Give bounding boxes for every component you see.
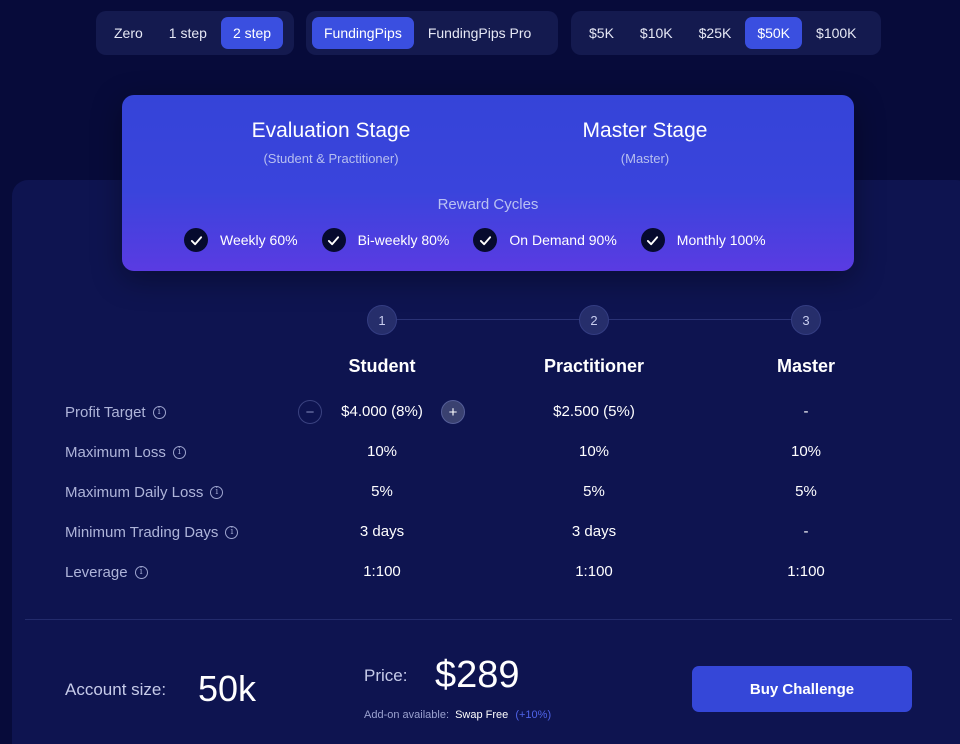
- row-label-text: Maximum Loss: [65, 443, 166, 461]
- toggle-100k[interactable]: $100K: [804, 17, 868, 49]
- reward-cycles-list: Weekly 60% Bi-weekly 80% On Demand 90% M…: [184, 227, 766, 253]
- addon-info: Add-on available: Swap Free (+10%): [364, 709, 551, 721]
- minimum-trading-days-student: 3 days: [359, 523, 405, 540]
- price-label: Price:: [364, 666, 408, 685]
- brand-toggle: FundingPips FundingPips Pro: [306, 11, 558, 55]
- toggle-2-step[interactable]: 2 step: [220, 17, 284, 49]
- maximum-daily-loss-master: 5%: [795, 483, 817, 500]
- reward-cycle-item: Monthly 100%: [640, 228, 766, 252]
- challenge-type-toggle: Zero 1 step 2 step: [96, 11, 294, 55]
- row-label-text: Profit Target: [65, 403, 146, 421]
- evaluation-stage-title: Evaluation Stage: [251, 119, 411, 142]
- reward-cycle-label: Monthly 100%: [676, 232, 766, 248]
- maximum-loss-practitioner: 10%: [578, 443, 610, 460]
- column-master: Master: [776, 356, 836, 376]
- step-1-indicator: 1: [367, 305, 397, 335]
- step-3-indicator: 3: [791, 305, 821, 335]
- evaluation-stage-subtitle: (Student & Practitioner): [263, 151, 399, 166]
- leverage-student: 1:100: [363, 563, 401, 580]
- check-icon: [184, 228, 208, 252]
- info-icon[interactable]: i: [172, 445, 186, 459]
- info-icon[interactable]: i: [225, 525, 239, 539]
- reward-cycle-item: On Demand 90%: [473, 228, 617, 252]
- reward-cycle-item: Weekly 60%: [184, 228, 298, 252]
- check-icon: [473, 228, 498, 252]
- maximum-loss-student: 10%: [366, 443, 398, 460]
- account-size-value: 50k: [198, 668, 257, 709]
- maximum-daily-loss-student: 5%: [371, 483, 393, 500]
- toggle-25k[interactable]: $25K: [687, 17, 744, 49]
- column-student: Student: [348, 356, 416, 376]
- step-2-indicator: 2: [579, 305, 609, 335]
- row-label-maximum-daily-loss: Maximum Daily Loss i: [65, 482, 224, 502]
- toggle-1-step[interactable]: 1 step: [157, 17, 219, 49]
- row-label-profit-target: Profit Target i: [65, 402, 166, 422]
- toggle-fundingpips-pro[interactable]: FundingPips Pro: [416, 17, 544, 49]
- check-icon: [640, 228, 665, 252]
- profit-target-practitioner: $2.500 (5%): [553, 403, 635, 420]
- reward-cycle-label: Weekly 60%: [220, 232, 298, 248]
- stage-card: Evaluation Stage (Student & Practitioner…: [122, 95, 854, 271]
- buy-challenge-button[interactable]: Buy Challenge: [692, 666, 912, 712]
- row-label-maximum-loss: Maximum Loss i: [65, 442, 186, 462]
- profit-target-master: -: [803, 403, 809, 420]
- toggle-50k[interactable]: $50K: [745, 17, 803, 49]
- account-size-toggle: $5K $10K $25K $50K $100K: [571, 11, 881, 55]
- price-value: $289: [435, 654, 520, 696]
- toggle-5k[interactable]: $5K: [577, 17, 626, 49]
- leverage-master: 1:100: [787, 563, 825, 580]
- addon-extra-cost: (+10%): [515, 709, 552, 721]
- row-label-text: Maximum Daily Loss: [65, 483, 204, 501]
- reward-cycle-label: Bi-weekly 80%: [357, 232, 450, 248]
- info-icon[interactable]: i: [152, 405, 166, 419]
- toggle-fundingpips[interactable]: FundingPips: [312, 17, 414, 49]
- minimum-trading-days-practitioner: 3 days: [571, 523, 617, 540]
- leverage-practitioner: 1:100: [575, 563, 613, 580]
- toggle-zero[interactable]: Zero: [102, 17, 155, 49]
- reward-cycle-label: On Demand 90%: [509, 232, 617, 248]
- divider: [25, 619, 952, 620]
- row-label-text: Leverage: [65, 563, 128, 581]
- addon-swap-free[interactable]: Swap Free: [455, 709, 508, 721]
- toggle-10k[interactable]: $10K: [628, 17, 685, 49]
- master-stage-title: Master Stage: [582, 119, 708, 142]
- info-icon[interactable]: i: [134, 565, 148, 579]
- reward-cycle-item: Bi-weekly 80%: [321, 228, 450, 252]
- column-practitioner: Practitioner: [543, 356, 645, 376]
- profit-target-increase-button[interactable]: +: [441, 400, 465, 424]
- reward-cycles-title: Reward Cycles: [437, 196, 539, 213]
- row-label-minimum-trading-days: Minimum Trading Days i: [65, 522, 239, 542]
- row-label-leverage: Leverage i: [65, 562, 148, 582]
- maximum-loss-master: 10%: [790, 443, 822, 460]
- row-label-text: Minimum Trading Days: [65, 523, 219, 541]
- maximum-daily-loss-practitioner: 5%: [583, 483, 605, 500]
- addon-prefix: Add-on available:: [364, 709, 450, 721]
- info-icon[interactable]: i: [210, 485, 224, 499]
- master-stage-subtitle: (Master): [620, 151, 670, 166]
- account-size-label: Account size:: [65, 680, 167, 699]
- minimum-trading-days-master: -: [803, 523, 809, 540]
- check-icon: [321, 228, 346, 252]
